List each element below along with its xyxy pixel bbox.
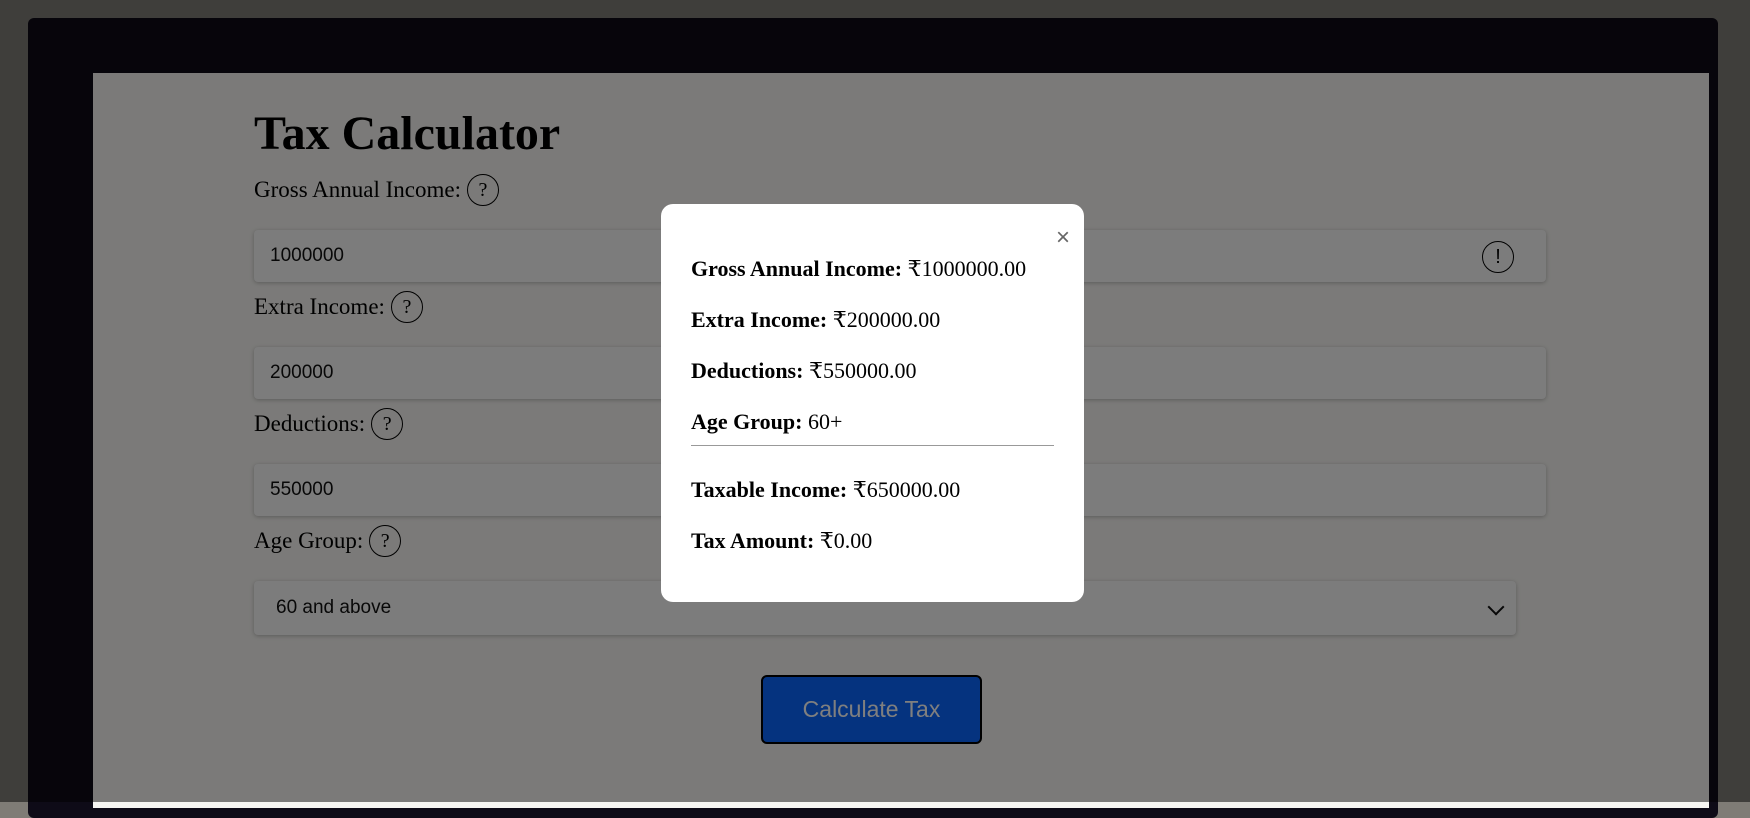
- result-tax-amount: Tax Amount: ₹0.00: [691, 528, 872, 554]
- result-tax-label: Tax Amount:: [691, 528, 815, 553]
- result-deductions: Deductions: ₹550000.00: [691, 358, 916, 384]
- result-deductions-value: ₹550000.00: [808, 358, 917, 383]
- result-tax-value: ₹0.00: [819, 528, 873, 553]
- result-deductions-label: Deductions:: [691, 358, 804, 383]
- result-taxable-value: ₹650000.00: [852, 477, 961, 502]
- tax-result-modal: × Gross Annual Income: ₹1000000.00 Extra…: [661, 204, 1084, 602]
- divider: [691, 445, 1054, 446]
- result-gross-label: Gross Annual Income:: [691, 256, 903, 281]
- result-age-value: 60+: [807, 409, 843, 434]
- result-gross-value: ₹1000000.00: [907, 256, 1027, 281]
- result-taxable-income: Taxable Income: ₹650000.00: [691, 477, 960, 503]
- result-taxable-label: Taxable Income:: [691, 477, 848, 502]
- result-extra-income: Extra Income: ₹200000.00: [691, 307, 940, 333]
- result-extra-value: ₹200000.00: [832, 307, 941, 332]
- result-extra-label: Extra Income:: [691, 307, 828, 332]
- result-age-group: Age Group: 60+: [691, 409, 842, 435]
- close-icon[interactable]: ×: [1056, 226, 1070, 250]
- result-age-label: Age Group:: [691, 409, 803, 434]
- result-gross-income: Gross Annual Income: ₹1000000.00: [691, 256, 1026, 282]
